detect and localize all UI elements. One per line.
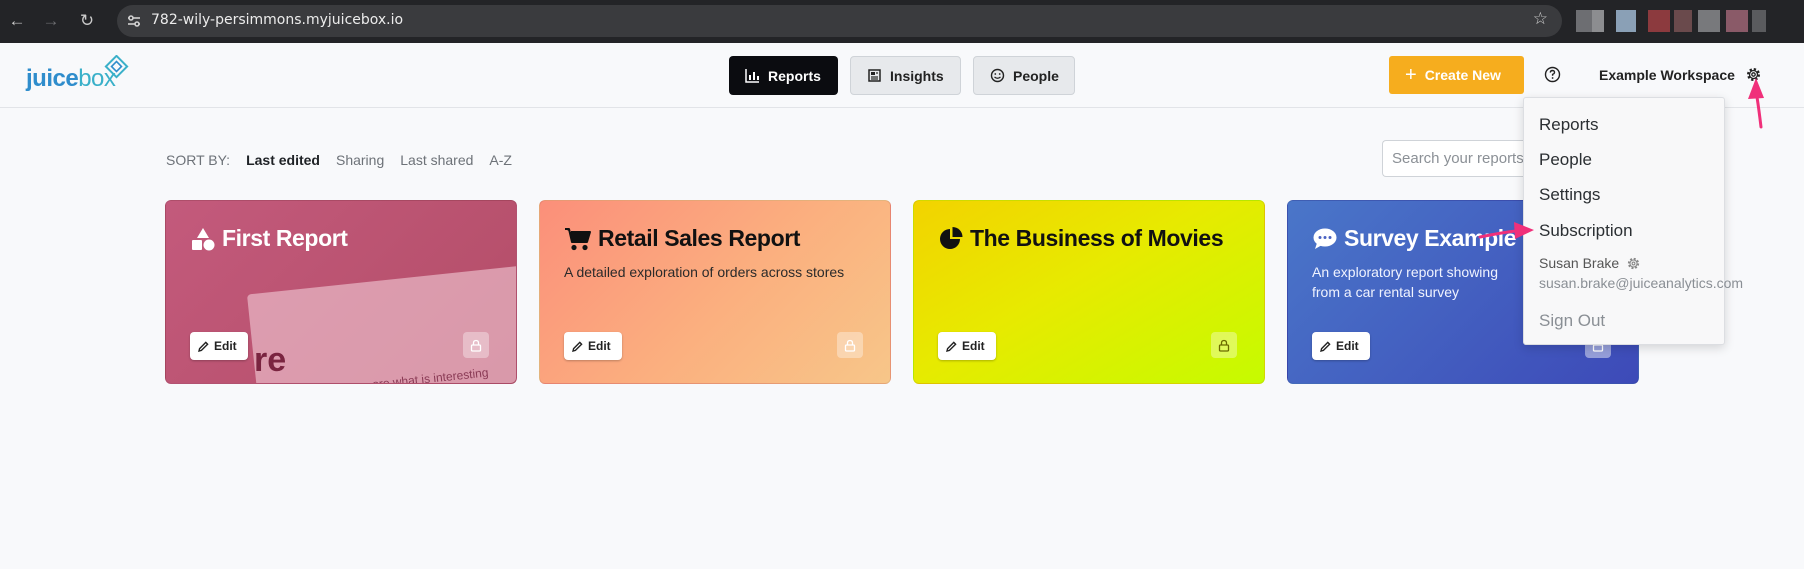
menu-item-reports[interactable]: Reports bbox=[1539, 115, 1599, 135]
logo-text-juice: juice bbox=[26, 65, 79, 92]
card-description: An exploratory report showing from a car… bbox=[1312, 264, 1498, 300]
menu-item-settings[interactable]: Settings bbox=[1539, 185, 1600, 205]
edit-button[interactable]: Edit bbox=[1312, 332, 1370, 360]
tab-people-label: People bbox=[1013, 67, 1059, 84]
card-description: A detailed exploration of orders across … bbox=[564, 264, 845, 280]
card-title-text: Retail Sales Report bbox=[598, 225, 801, 251]
user-settings-gear-icon[interactable] bbox=[1626, 256, 1641, 271]
back-icon[interactable]: ← bbox=[6, 10, 28, 32]
card-title-text: First Report bbox=[222, 225, 348, 251]
edit-label: Edit bbox=[962, 339, 985, 353]
pencil-icon bbox=[1320, 340, 1331, 352]
sign-out-link[interactable]: Sign Out bbox=[1539, 311, 1605, 331]
menu-item-people[interactable]: People bbox=[1539, 150, 1592, 170]
tab-people[interactable]: People bbox=[973, 56, 1075, 95]
sort-sharing[interactable]: Sharing bbox=[336, 152, 384, 168]
edit-label: Edit bbox=[588, 339, 611, 353]
pie-chart-icon bbox=[940, 226, 963, 249]
card-title: Retail Sales Report bbox=[564, 225, 800, 252]
sort-last-shared[interactable]: Last shared bbox=[400, 152, 473, 168]
lock-icon bbox=[470, 339, 482, 352]
workspace-name[interactable]: Example Workspace bbox=[1599, 67, 1735, 83]
cart-icon bbox=[565, 227, 591, 250]
pencil-icon bbox=[946, 340, 957, 352]
preview-large-text: re bbox=[254, 341, 287, 379]
newspaper-icon bbox=[868, 69, 881, 82]
gear-icon[interactable] bbox=[1745, 66, 1762, 83]
shapes-icon bbox=[192, 227, 215, 250]
extension-icons-blurred bbox=[1576, 10, 1768, 32]
edit-label: Edit bbox=[214, 339, 237, 353]
sort-bar: SORT BY: Last edited Sharing Last shared… bbox=[166, 152, 512, 168]
browser-toolbar: ← → ↻ 782-wily-persimmons.myjuicebox.io … bbox=[0, 0, 1804, 43]
bar-chart-icon bbox=[745, 69, 759, 83]
edit-button[interactable]: Edit bbox=[190, 332, 248, 360]
report-card-retail-sales[interactable]: Retail Sales Report A detailed explorati… bbox=[539, 200, 891, 384]
sort-last-edited[interactable]: Last edited bbox=[246, 152, 320, 168]
report-card-first-report[interactable]: re ...ore what is interesting First Repo… bbox=[165, 200, 517, 384]
lock-icon bbox=[1218, 339, 1230, 352]
card-title: Survey Example bbox=[1312, 225, 1517, 252]
card-title-text: The Business of Movies bbox=[970, 225, 1224, 251]
site-settings-icon[interactable] bbox=[125, 12, 143, 30]
menu-item-subscription[interactable]: Subscription bbox=[1539, 221, 1633, 241]
report-card-business-of-movies[interactable]: The Business of Movies Edit bbox=[913, 200, 1265, 384]
card-title: The Business of Movies bbox=[938, 225, 1224, 252]
smiley-icon bbox=[990, 68, 1005, 83]
forward-icon[interactable]: → bbox=[40, 10, 62, 32]
edit-label: Edit bbox=[1336, 339, 1359, 353]
lock-icon bbox=[844, 339, 856, 352]
tab-reports-label: Reports bbox=[768, 67, 821, 84]
user-name-row[interactable]: Susan Brake bbox=[1539, 255, 1641, 271]
workspace-dropdown-menu: Reports People Settings Subscription Sus… bbox=[1523, 97, 1743, 345]
pencil-icon bbox=[572, 340, 583, 352]
pencil-icon bbox=[198, 340, 209, 352]
lock-button[interactable] bbox=[837, 332, 863, 358]
juicebox-logo[interactable]: juicebox bbox=[26, 55, 136, 95]
search-input[interactable] bbox=[1383, 141, 1542, 176]
lock-button[interactable] bbox=[463, 332, 489, 358]
tab-insights[interactable]: Insights bbox=[850, 56, 961, 95]
user-email: susan.brake@juiceanalytics.com bbox=[1539, 275, 1744, 291]
edit-button[interactable]: Edit bbox=[564, 332, 622, 360]
plus-icon: + bbox=[1405, 64, 1417, 86]
card-title-text: Survey Example bbox=[1344, 225, 1517, 251]
edit-button[interactable]: Edit bbox=[938, 332, 996, 360]
create-new-label: Create New bbox=[1424, 67, 1501, 83]
search-box[interactable] bbox=[1382, 140, 1542, 177]
address-bar[interactable]: 782-wily-persimmons.myjuicebox.io ☆ bbox=[117, 5, 1562, 37]
reload-icon[interactable]: ↻ bbox=[76, 10, 98, 32]
sort-a-z[interactable]: A-Z bbox=[489, 152, 512, 168]
lock-button[interactable] bbox=[1211, 332, 1237, 358]
card-title: First Report bbox=[190, 225, 348, 252]
tab-reports[interactable]: Reports bbox=[729, 56, 838, 95]
logo-diamond-icon bbox=[104, 55, 129, 79]
sort-label: SORT BY: bbox=[166, 152, 231, 168]
create-new-button[interactable]: + Create New bbox=[1389, 56, 1524, 94]
help-icon[interactable] bbox=[1544, 66, 1561, 83]
url-text: 782-wily-persimmons.myjuicebox.io bbox=[151, 12, 404, 28]
tab-insights-label: Insights bbox=[890, 67, 944, 84]
chat-icon bbox=[1313, 228, 1337, 249]
bookmark-star-icon[interactable]: ☆ bbox=[1533, 9, 1548, 29]
user-name: Susan Brake bbox=[1539, 255, 1620, 271]
